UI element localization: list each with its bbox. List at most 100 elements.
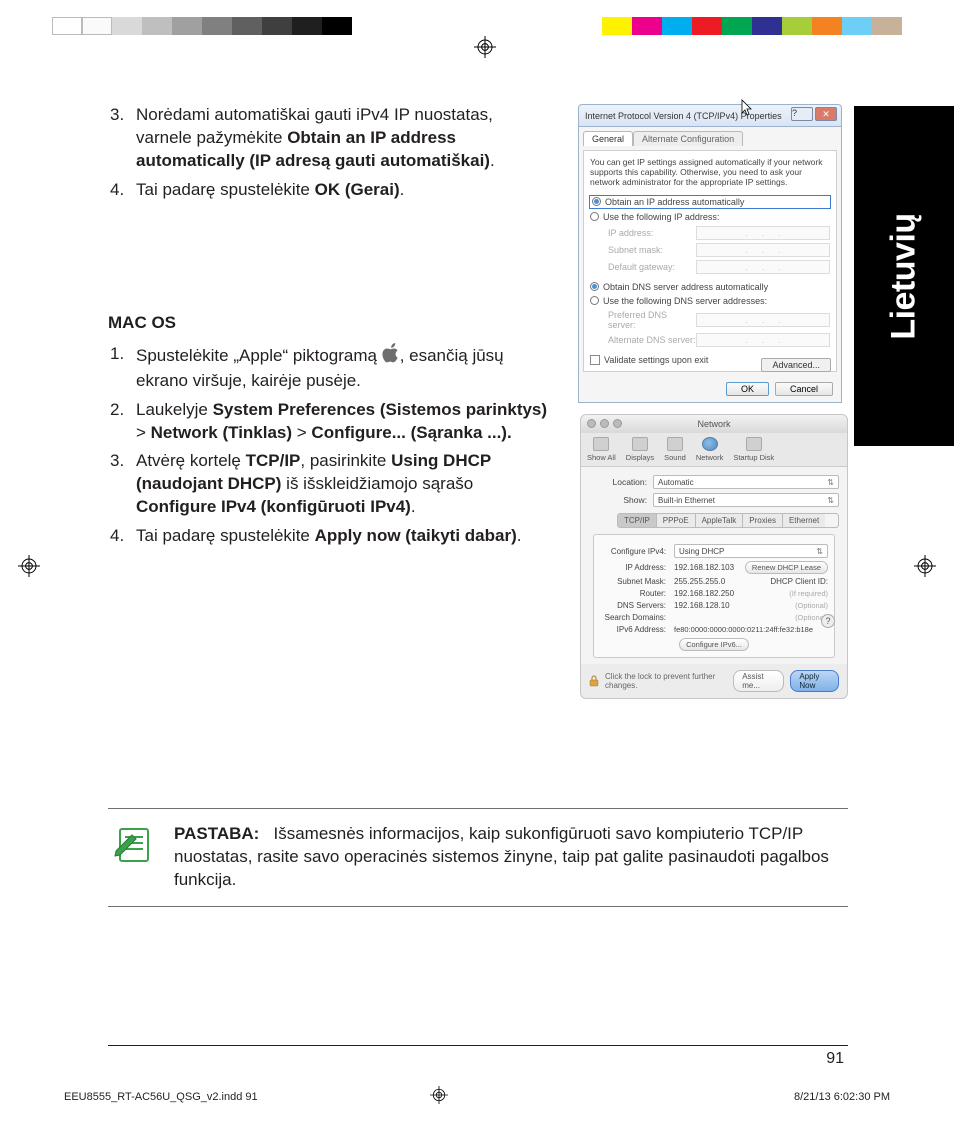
mac-window-titlebar: Network	[581, 415, 847, 433]
value-ipv6-address: fe80:0000:0000:0000:0211:24ff:fe32:b18e	[674, 625, 813, 634]
color-swatch	[722, 17, 752, 35]
color-swatch	[172, 17, 202, 35]
radio-icon	[590, 282, 599, 291]
label-search-domains: Search Domains:	[600, 613, 666, 622]
radio-obtain-ip-auto[interactable]: Obtain an IP address automatically	[590, 196, 830, 208]
advanced-button[interactable]: Advanced...	[761, 358, 831, 372]
color-swatch	[662, 17, 692, 35]
tab-proxies[interactable]: Proxies	[743, 514, 783, 527]
registration-mark-icon	[18, 555, 40, 577]
radio-icon	[592, 197, 601, 206]
close-button[interactable]: ✕	[815, 107, 837, 121]
list-item-number: 3.	[108, 450, 136, 519]
show-select[interactable]: Built-in Ethernet⇅	[653, 493, 839, 507]
tab-appletalk[interactable]: AppleTalk	[696, 514, 744, 527]
color-swatch	[202, 17, 232, 35]
page-content: 3.Norėdami automatiškai gauti iPv4 IP nu…	[108, 104, 848, 907]
page-footer-rule	[108, 1045, 848, 1046]
color-swatch	[812, 17, 842, 35]
tab-tcpip[interactable]: TCP/IP	[618, 514, 657, 527]
toolbar-show-all[interactable]: Show All	[587, 437, 616, 462]
window-titlebar: Internet Protocol Version 4 (TCP/IPv4) P…	[578, 104, 842, 126]
label-show: Show:	[589, 495, 647, 505]
label-ip-address: IP Address:	[600, 563, 666, 572]
toolbar-startup-disk[interactable]: Startup Disk	[733, 437, 774, 462]
color-swatch	[872, 17, 902, 35]
value-dns-servers: 192.168.128.10	[674, 601, 730, 610]
ok-button[interactable]: OK	[726, 382, 769, 396]
note-label: PASTABA:	[174, 824, 259, 843]
figure-macos-network-dialog: Network Show All Displays Sound Network …	[580, 414, 848, 699]
tab-general[interactable]: General	[583, 131, 633, 146]
help-button[interactable]: ?	[791, 107, 813, 121]
note-icon	[112, 823, 156, 892]
label-subnet-mask: Subnet Mask:	[600, 577, 666, 586]
toolbar-network[interactable]: Network	[696, 437, 724, 462]
figure-windows-ipv4-dialog: Internet Protocol Version 4 (TCP/IPv4) P…	[578, 104, 842, 403]
tab-pppoe[interactable]: PPPoE	[657, 514, 696, 527]
list-item-number: 4.	[108, 525, 136, 548]
mac-toolbar: Show All Displays Sound Network Startup …	[581, 433, 847, 467]
list-item-body: Laukelyje System Preferences (Sistemos p…	[136, 399, 556, 445]
radio-obtain-dns-auto[interactable]: Obtain DNS server address automatically	[590, 282, 830, 292]
language-tab-label: Lietuvių	[885, 213, 924, 339]
language-tab: Lietuvių	[854, 106, 954, 446]
lock-icon[interactable]	[589, 675, 599, 687]
ip-address-input[interactable]: ...	[696, 226, 830, 240]
label-router: Router:	[600, 589, 666, 598]
color-swatch	[232, 17, 262, 35]
label-ip-address: IP address:	[608, 228, 696, 238]
label-dhcp-client-id: DHCP Client ID:	[770, 577, 828, 586]
registration-mark-icon	[474, 36, 496, 58]
apple-icon	[382, 343, 400, 370]
traffic-light-icon[interactable]	[587, 419, 596, 428]
traffic-light-icon[interactable]	[613, 419, 622, 428]
radio-use-following-ip[interactable]: Use the following IP address:	[590, 212, 830, 222]
note-text: PASTABA: Išsamesnės informacijos, kaip s…	[174, 823, 844, 892]
label-default-gateway: Default gateway:	[608, 262, 696, 272]
color-swatch	[292, 17, 322, 35]
label-configure-ipv4: Configure IPv4:	[600, 547, 666, 556]
label-preferred-dns: Preferred DNS server:	[608, 310, 696, 330]
slug-filename: EEU8555_RT-AC56U_QSG_v2.indd 91	[64, 1091, 258, 1103]
color-swatch	[602, 17, 632, 35]
label-subnet-mask: Subnet mask:	[608, 245, 696, 255]
value-ip-address: 192.168.182.103	[674, 563, 734, 572]
color-swatch	[112, 17, 142, 35]
mac-window-title: Network	[697, 419, 730, 429]
configure-ipv4-select[interactable]: Using DHCP⇅	[674, 544, 828, 558]
toolbar-sound[interactable]: Sound	[664, 437, 686, 462]
location-select[interactable]: Automatic⇅	[653, 475, 839, 489]
page-number: 91	[826, 1050, 844, 1068]
traffic-light-icon[interactable]	[600, 419, 609, 428]
renew-dhcp-button[interactable]: Renew DHCP Lease	[745, 561, 828, 574]
tab-alternate[interactable]: Alternate Configuration	[633, 131, 743, 146]
preferred-dns-input[interactable]: ...	[696, 313, 830, 327]
cursor-icon	[741, 99, 755, 119]
subnet-mask-input[interactable]: ...	[696, 243, 830, 257]
colorbar-left	[52, 17, 352, 35]
list-item-number: 3.	[108, 104, 136, 173]
list-item-body: Tai padarę spustelėkite OK (Gerai).	[136, 179, 546, 202]
color-swatch	[752, 17, 782, 35]
list-item-body: Norėdami automatiškai gauti iPv4 IP nuos…	[136, 104, 546, 173]
radio-use-following-dns[interactable]: Use the following DNS server addresses:	[590, 296, 830, 306]
tab-ethernet[interactable]: Ethernet	[783, 514, 825, 527]
registration-mark-icon	[430, 1086, 448, 1107]
note-body: Išsamesnės informacijos, kaip sukonfigūr…	[174, 824, 829, 889]
default-gateway-input[interactable]: ...	[696, 260, 830, 274]
toolbar-displays[interactable]: Displays	[626, 437, 654, 462]
alternate-dns-input[interactable]: ...	[696, 333, 830, 347]
color-swatch	[142, 17, 172, 35]
label-if-required: (If required)	[789, 589, 828, 598]
color-swatch	[322, 17, 352, 35]
help-button[interactable]: ?	[821, 614, 835, 628]
assist-me-button[interactable]: Assist me...	[733, 670, 784, 692]
list-item-body: Atvėrę kortelę TCP/IP, pasirinkite Using…	[136, 450, 556, 519]
cancel-button[interactable]: Cancel	[775, 382, 833, 396]
configure-ipv6-button[interactable]: Configure IPv6...	[679, 638, 749, 651]
radio-icon	[590, 212, 599, 221]
label-location: Location:	[589, 477, 647, 487]
apply-now-button[interactable]: Apply Now	[790, 670, 839, 692]
color-swatch	[632, 17, 662, 35]
